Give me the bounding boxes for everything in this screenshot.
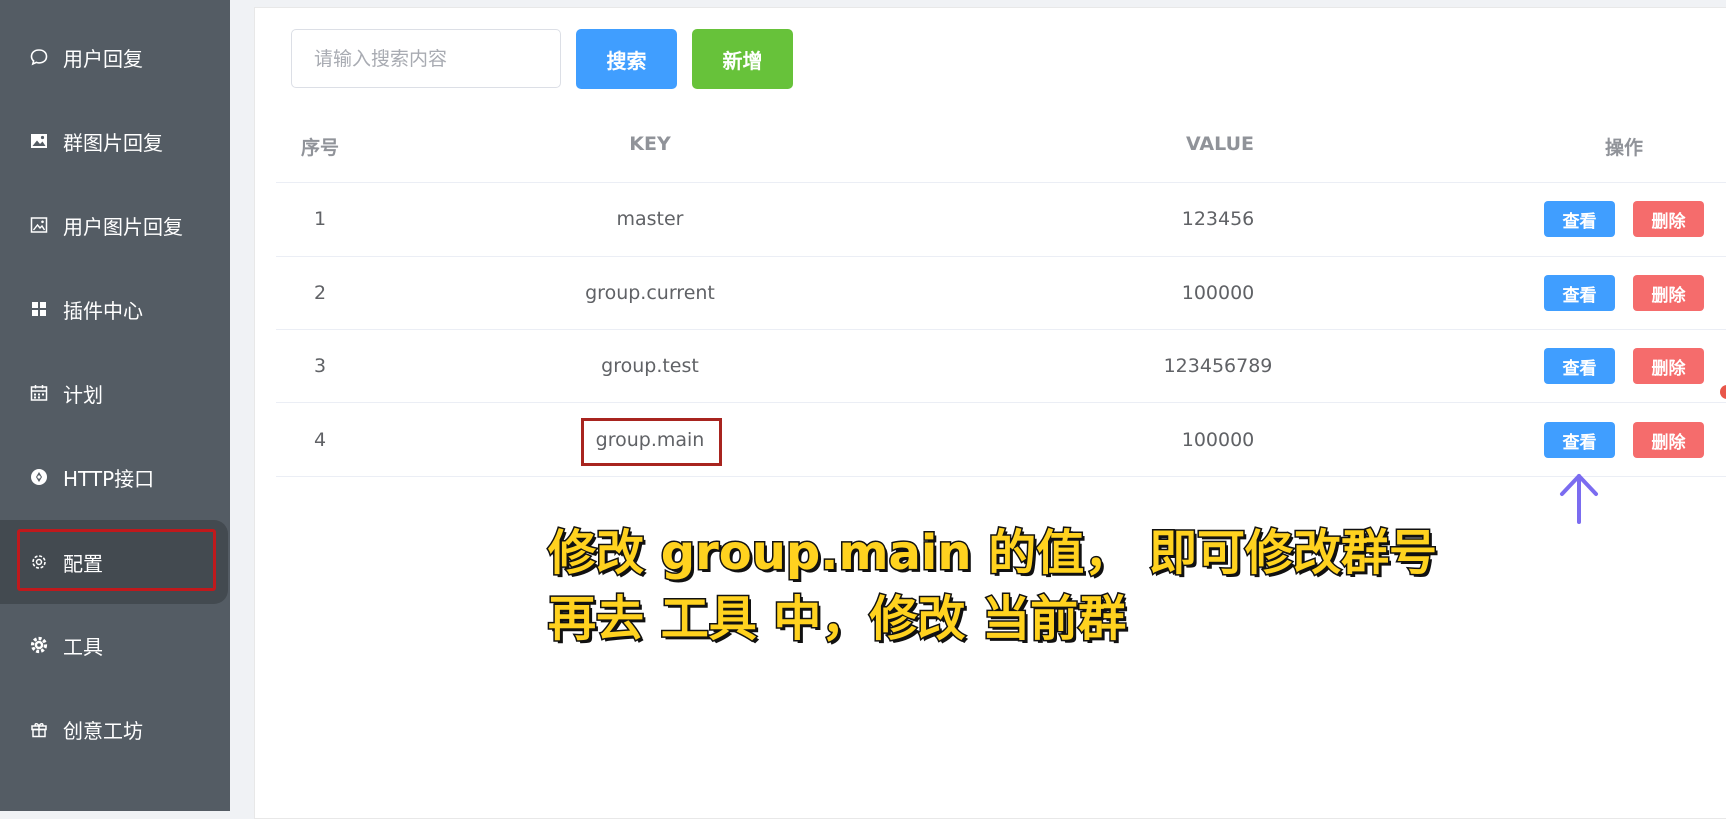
calendar-icon: [27, 381, 51, 405]
grid-icon: [27, 297, 51, 321]
arrow-up-icon: [1560, 474, 1598, 524]
picture-outline-icon: [27, 213, 51, 237]
cell-key: group.test: [601, 355, 699, 377]
view-button[interactable]: 查看: [1544, 275, 1615, 311]
delete-button[interactable]: 删除: [1633, 201, 1704, 237]
sidebar-item-user-reply[interactable]: 用户回复: [0, 27, 230, 87]
sidebar-item-label: 计划: [63, 382, 103, 407]
main-panel: [254, 7, 1726, 819]
cell-value: 100000: [1181, 429, 1255, 451]
sidebar-item-label: 用户图片回复: [63, 214, 183, 239]
delete-button[interactable]: 删除: [1633, 348, 1704, 384]
sidebar-item-label: 用户回复: [63, 46, 143, 71]
add-button[interactable]: 新增: [692, 29, 793, 89]
delete-button[interactable]: 删除: [1633, 422, 1704, 458]
row-divider: [276, 182, 1726, 183]
cell-key: master: [616, 208, 684, 230]
search-button[interactable]: 搜索: [576, 29, 677, 89]
sidebar-item-label: 创意工坊: [63, 718, 143, 743]
cell-index: 3: [313, 355, 327, 377]
sidebar-item-group-image-reply[interactable]: 群图片回复: [0, 111, 230, 171]
cell-index: 4: [313, 429, 327, 451]
cell-key: group.main: [595, 429, 705, 451]
sidebar-item-config[interactable]: 配置: [0, 532, 230, 592]
cell-value: 123456789: [1163, 355, 1273, 377]
sidebar-item-user-image-reply[interactable]: 用户图片回复: [0, 195, 230, 255]
view-button[interactable]: 查看: [1544, 201, 1615, 237]
sidebar-item-schedule[interactable]: 计划: [0, 363, 230, 423]
gift-icon: [27, 717, 51, 741]
row-divider: [276, 329, 1726, 330]
caption-line-1: 修改 group.main 的值， 即可修改群号: [547, 524, 1439, 583]
api-icon: [27, 465, 51, 489]
cell-index: 1: [313, 208, 327, 230]
search-input[interactable]: [291, 29, 561, 88]
view-button[interactable]: 查看: [1544, 348, 1615, 384]
cell-value: 123456: [1181, 208, 1255, 230]
sidebar-item-plugin-center[interactable]: 插件中心: [0, 279, 230, 339]
gear-solid-icon: [27, 633, 51, 657]
cell-key: group.current: [585, 282, 715, 304]
sidebar-item-label: 工具: [63, 634, 103, 659]
row-divider: [276, 402, 1726, 403]
cell-value: 100000: [1181, 282, 1255, 304]
header-value: VALUE: [1186, 133, 1254, 155]
gear-outline-icon: [27, 550, 51, 574]
chat-bubble-icon: [27, 45, 51, 69]
sidebar-item-label: 插件中心: [63, 298, 143, 323]
header-actions: 操作: [1604, 137, 1643, 159]
row-divider: [276, 256, 1726, 257]
sidebar-item-workshop[interactable]: 创意工坊: [0, 699, 230, 759]
sidebar-item-label: 配置: [63, 551, 103, 576]
sidebar: 用户回复 群图片回复 用户图片回复 插件中心 计划 HTTP接口 配置 工具 创…: [0, 0, 230, 811]
sidebar-item-tools[interactable]: 工具: [0, 615, 230, 675]
header-index: 序号: [300, 137, 339, 159]
view-button[interactable]: 查看: [1544, 422, 1615, 458]
caption-line-2: 再去 工具 中，修改 当前群: [546, 590, 1127, 649]
image-icon: [27, 129, 51, 153]
sidebar-item-label: HTTP接口: [63, 466, 155, 491]
delete-button[interactable]: 删除: [1633, 275, 1704, 311]
header-key: KEY: [629, 133, 671, 155]
sidebar-item-http-api[interactable]: HTTP接口: [0, 447, 230, 507]
sidebar-item-label: 群图片回复: [63, 130, 163, 155]
row-divider: [276, 476, 1726, 477]
cell-index: 2: [313, 282, 327, 304]
